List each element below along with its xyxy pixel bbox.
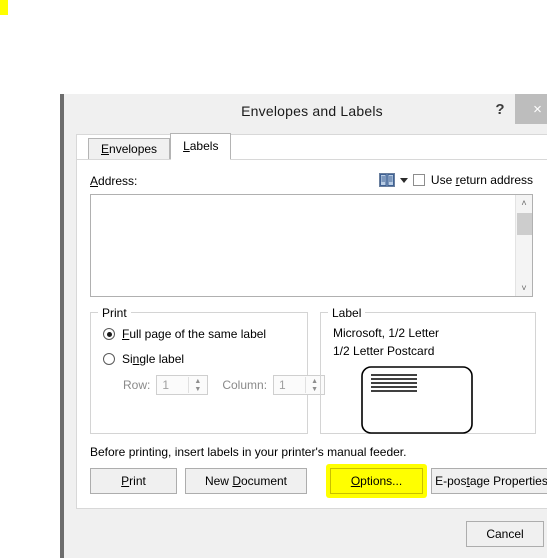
stray-highlight-mark: [0, 0, 8, 15]
close-icon[interactable]: ×: [515, 94, 547, 124]
new-document-button[interactable]: New Document: [185, 468, 307, 494]
tab-labels-label: Labels: [183, 139, 219, 153]
radio-single-label-label: Single label: [122, 352, 185, 366]
dialog-title: Envelopes and Labels: [241, 103, 383, 119]
column-stepper[interactable]: 1 ▲ ▼: [273, 375, 326, 395]
dialog-content-panel: Envelopes Labels Address: Use return add…: [76, 133, 547, 509]
row-stepper-buttons[interactable]: ▲ ▼: [188, 377, 207, 393]
row-stepper[interactable]: 1 ▲ ▼: [156, 375, 209, 395]
address-input[interactable]: ˄ ˅: [90, 194, 533, 297]
row-value: 1: [162, 378, 170, 392]
chevron-down-icon[interactable]: [400, 177, 408, 183]
address-book-icon: [379, 173, 395, 187]
epostage-properties-button[interactable]: E-postage Properties...: [431, 468, 547, 494]
tab-labels[interactable]: Labels: [170, 133, 232, 161]
print-group-title: Print: [98, 306, 131, 320]
label-product-line: 1/2 Letter Postcard: [333, 344, 435, 358]
options-button[interactable]: Options...: [330, 468, 423, 494]
help-icon[interactable]: ?: [485, 94, 515, 124]
label-group-title: Label: [328, 306, 366, 320]
label-vendor-line: Microsoft, 1/2 Letter: [333, 326, 440, 340]
envelopes-and-labels-dialog: Envelopes and Labels ? × Envelopes Label…: [60, 94, 547, 558]
checkbox-box[interactable]: [412, 174, 425, 186]
address-scrollbar[interactable]: ˄ ˅: [515, 195, 532, 296]
row-column-controls: Row: 1 ▲ ▼ Column: 1 ▲ ▼: [123, 375, 326, 395]
scroll-down-icon[interactable]: ˅: [516, 280, 532, 296]
row-label: Row:: [123, 378, 151, 392]
use-return-address-label: Use return address: [430, 173, 533, 187]
address-row: Address: Use return address: [90, 173, 533, 191]
radio-full-page-indicator[interactable]: [103, 328, 115, 340]
tabstrip: Envelopes Labels: [88, 133, 232, 161]
use-return-address-checkbox[interactable]: Use return address: [412, 173, 533, 187]
titlebar-button-group: ? ×: [485, 94, 547, 124]
scroll-up-icon[interactable]: ˄: [516, 195, 532, 211]
printer-feeder-note: Before printing, insert labels in your p…: [90, 445, 407, 459]
address-label: Address:: [90, 174, 138, 188]
print-groupbox: Print Full page of the same label Single…: [90, 306, 326, 434]
scrollbar-thumb[interactable]: [517, 213, 532, 235]
radio-full-page[interactable]: Full page of the same label: [103, 327, 266, 341]
tab-active-underline: [171, 159, 231, 161]
action-button-row: Print New Document Options... E-postage …: [90, 464, 547, 498]
column-value: 1: [279, 378, 286, 392]
column-label: Column:: [222, 378, 268, 392]
radio-single-label-indicator[interactable]: [103, 353, 115, 365]
dialog-titlebar: Envelopes and Labels ? ×: [64, 94, 547, 130]
print-button[interactable]: Print: [90, 468, 177, 494]
row-spin-down-icon[interactable]: ▼: [189, 385, 206, 393]
dialog-footer: Cancel: [68, 513, 547, 558]
radio-single-label[interactable]: Single label: [103, 352, 184, 366]
row-spin-up-icon[interactable]: ▲: [189, 377, 206, 385]
tab-envelopes-label: Envelopes: [101, 142, 158, 156]
radio-full-page-label: Full page of the same label: [122, 327, 267, 341]
label-preview-graphic: [361, 366, 473, 434]
tab-envelopes[interactable]: Envelopes: [88, 138, 171, 161]
cancel-button[interactable]: Cancel: [466, 521, 544, 547]
labels-tab-panel: Address: Use return address ˄ ˅ Print Fu…: [77, 160, 547, 508]
label-groupbox: Label Microsoft, 1/2 Letter 1/2 Letter P…: [320, 306, 536, 434]
address-book-button[interactable]: [379, 173, 408, 187]
